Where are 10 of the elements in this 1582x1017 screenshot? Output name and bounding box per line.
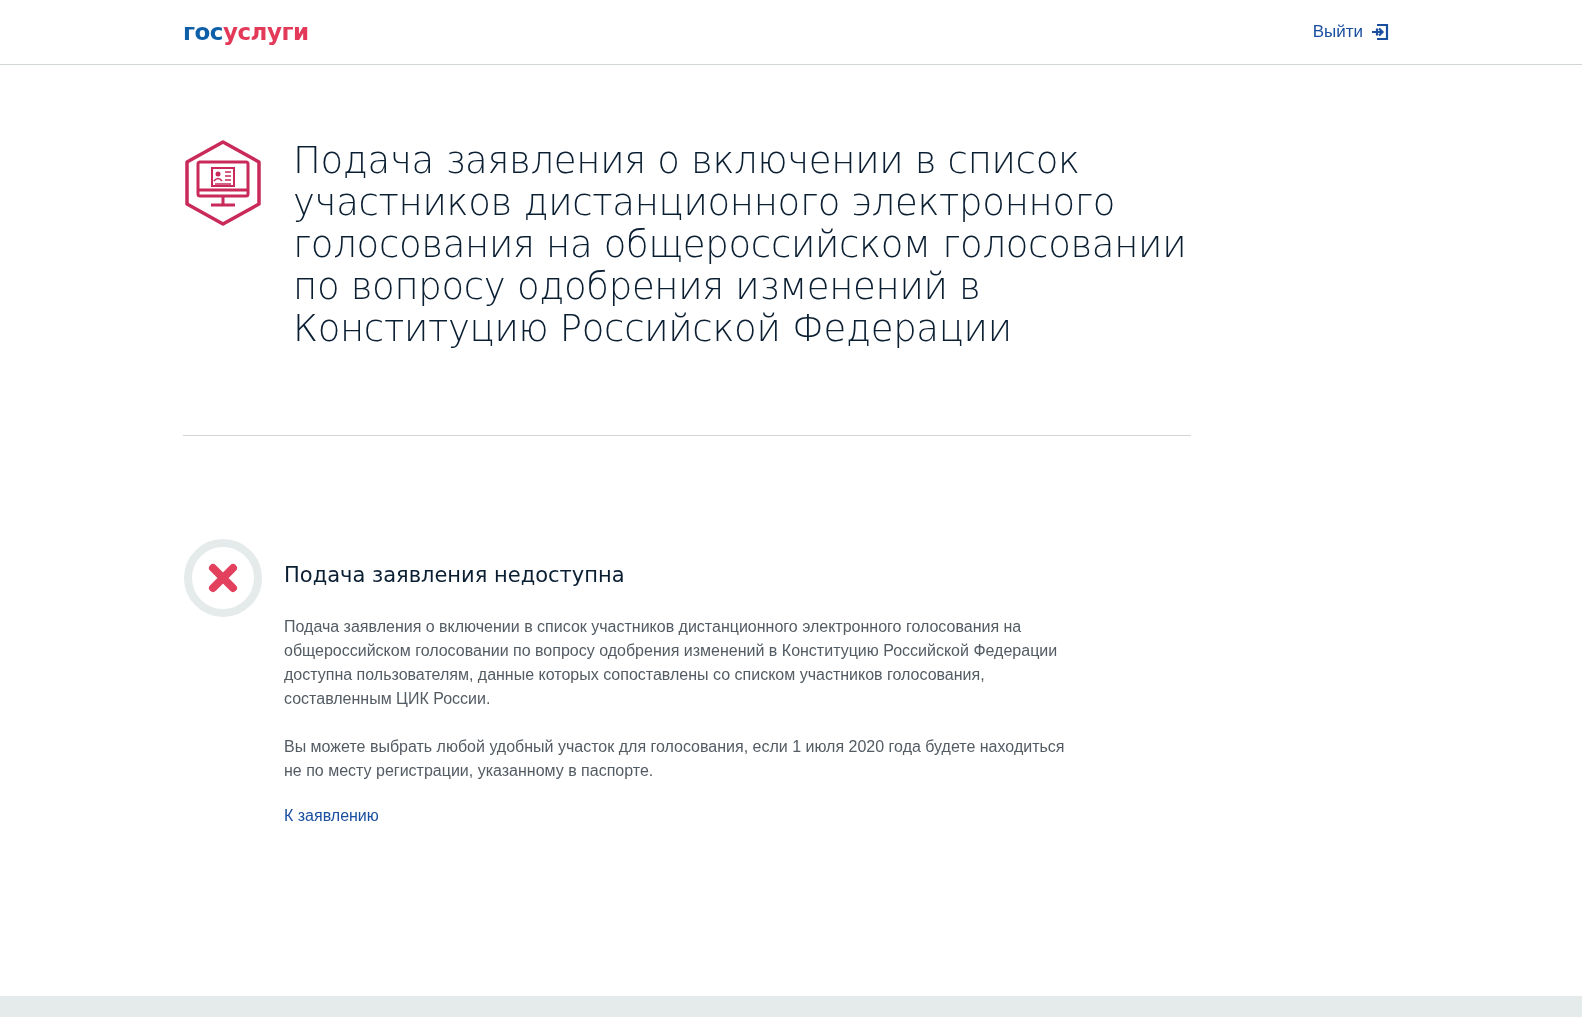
logo[interactable]: госуслуги bbox=[183, 20, 309, 44]
logout-icon bbox=[1371, 23, 1389, 41]
notice-paragraph: Вы можете выбрать любой удобный участок для голосования, если 1 июля 2020 года будете находиться не по месту регистрации, указанному в паспорте. bbox=[284, 737, 1066, 781]
notice-paragraph: Подача заявления о включении в список участников дистанционного электронного голосования на общероссийском голосовании по вопросу одобрения изменений в Конституцию Российской Федерации доступна пользователям, данные которых сопоставлены со списком участников голосования, составленным ЦИК России. bbox=[284, 617, 1059, 709]
computer-form-icon bbox=[183, 140, 263, 226]
error-icon bbox=[183, 538, 263, 618]
notice-title: Подача заявления недоступна bbox=[284, 563, 626, 587]
page-title: Подача заявления о включении в список участников дистанционного электронного голосования на общероссийском голосовании по вопросу одобрения изменений в Конституцию Российской Федерации bbox=[293, 140, 1188, 350]
application-link[interactable]: К заявлению bbox=[284, 807, 379, 824]
logout-link[interactable]: Выйти bbox=[1312, 22, 1389, 42]
